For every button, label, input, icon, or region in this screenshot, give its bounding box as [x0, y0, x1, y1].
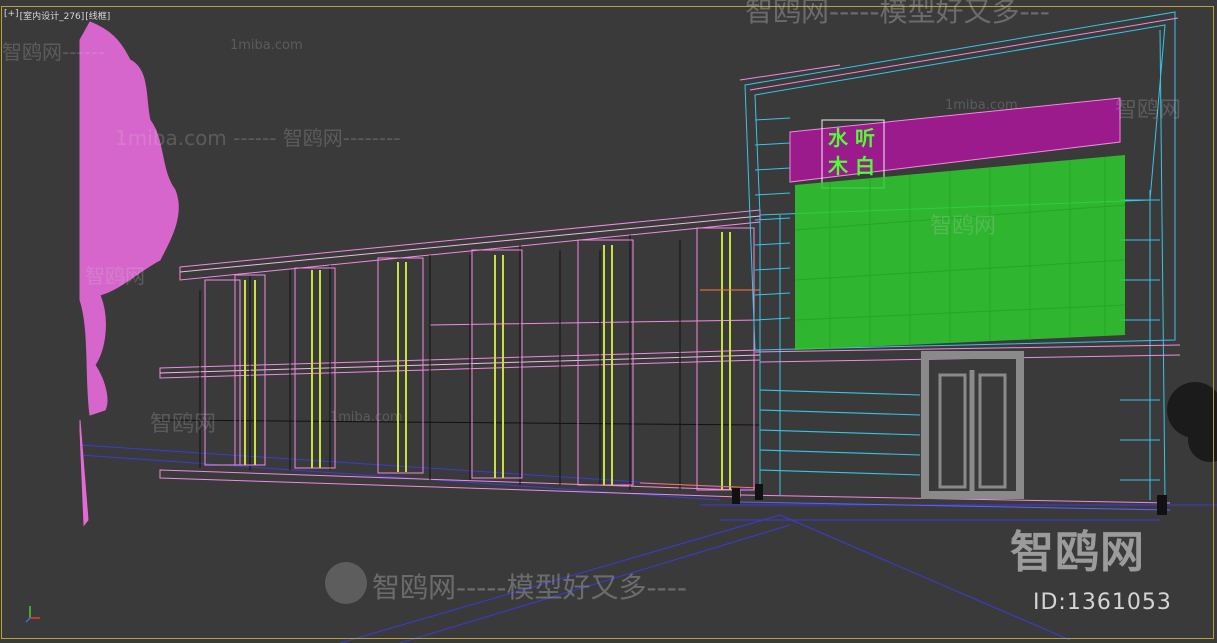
viewport-shading-button[interactable]: [线框]: [85, 9, 110, 22]
viewport-menu-button[interactable]: [+]: [4, 9, 19, 22]
bollards: [732, 484, 1167, 515]
ground-lines: [79, 444, 1217, 643]
building-left-wireframe: [159, 209, 761, 498]
wireframe-scene[interactable]: [0, 0, 1217, 643]
viewport-label: [+] [室内设计_276] [线框]: [4, 9, 110, 22]
3d-viewport[interactable]: [+] [室内设计_276] [线框] 水 听 木 白 智鸥网-----模型好又…: [0, 0, 1217, 643]
entrance-door: [921, 351, 1024, 499]
green-mesh-facade: [794, 155, 1126, 350]
sign-text-line2: 木 白: [828, 154, 875, 178]
tree-right: [1167, 382, 1217, 462]
viewport-view-button[interactable]: [室内设计_276]: [20, 9, 85, 22]
watermark-bird-icon: [325, 562, 367, 604]
tree-wireframe: [79, 21, 179, 527]
axis-gizmo-icon: [25, 606, 40, 623]
sign-text-line1: 水 听: [828, 126, 875, 150]
